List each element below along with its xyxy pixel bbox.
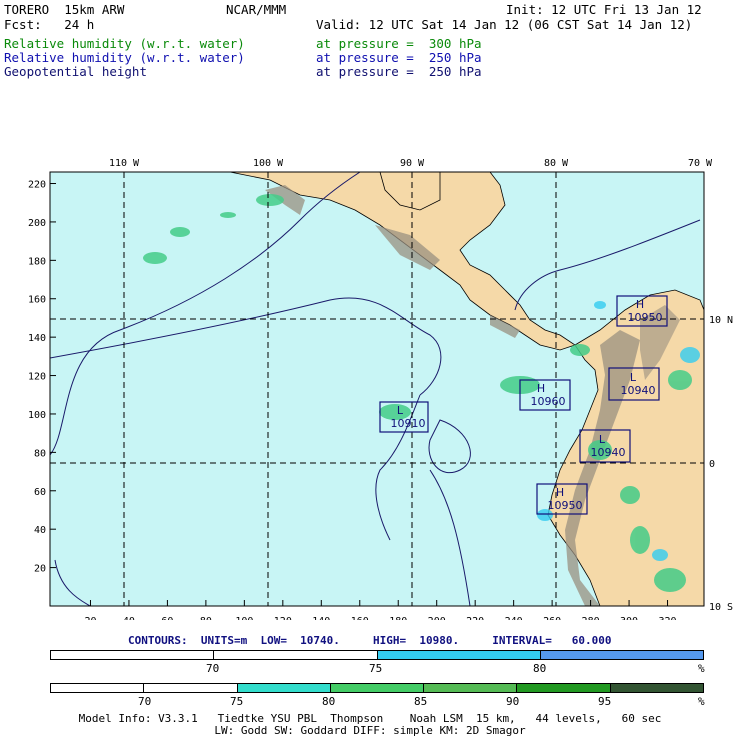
y-tick-100: 100: [28, 410, 46, 421]
legend-250-label-pct: %: [698, 662, 705, 675]
legend-300-label-75: 75: [230, 695, 244, 708]
lon-label-100w: 100 W: [253, 158, 284, 169]
center-value-5: 10940: [591, 446, 626, 459]
center-type-6: H: [556, 486, 564, 499]
legend-300-label-80: 80: [322, 695, 336, 708]
y-tick-200: 200: [28, 218, 46, 229]
x-tick-300: 300: [620, 616, 638, 620]
legend-300-segment-5: [517, 684, 611, 692]
lon-labels: 110 W 100 W 90 W 80 W 70 W: [109, 158, 713, 169]
x-tick-200: 200: [428, 616, 446, 620]
x-tick-260: 260: [543, 616, 561, 620]
legend-bar-250hpa: [50, 650, 704, 660]
center-type-2: L: [630, 371, 637, 384]
x-tick-160: 160: [351, 616, 369, 620]
field-1-name: Relative humidity (w.r.t. water): [4, 36, 245, 51]
x-tick-20: 20: [84, 616, 96, 620]
legend-300-label-pct: %: [698, 695, 705, 708]
lon-label-70w: 70 W: [688, 158, 713, 169]
legend-300-label-90: 90: [506, 695, 520, 708]
center-type-5: L: [599, 433, 606, 446]
legend-250-segment-2: [377, 651, 541, 659]
x-tick-140: 140: [312, 616, 330, 620]
legend-250-segment-3: [540, 651, 703, 659]
field-3-level: at pressure = 250 hPa: [316, 64, 482, 79]
x-tick-100: 100: [235, 616, 253, 620]
lat-label-10n: 10 N: [709, 315, 733, 326]
legend-250-label-80: 80: [533, 662, 547, 675]
center-value-1: 10950: [628, 311, 663, 324]
legend-bar-300hpa: [50, 683, 704, 693]
x-tick-220: 220: [466, 616, 484, 620]
org-label: NCAR/MMM: [226, 2, 287, 17]
y-tick-160: 160: [28, 295, 46, 306]
legend-300-label-70: 70: [138, 695, 152, 708]
lon-label-80w: 80 W: [544, 158, 569, 169]
center-value-4: 10910: [391, 417, 426, 430]
y-tick-20: 20: [34, 564, 46, 575]
x-tick-180: 180: [389, 616, 407, 620]
center-value-3: 10960: [531, 395, 566, 408]
y-tick-220: 220: [28, 180, 46, 191]
valid-time: Valid: 12 UTC Sat 14 Jan 12 (06 CST Sat …: [316, 17, 693, 32]
legend-250-label-70: 70: [206, 662, 220, 675]
forecast-hour: Fcst: 24 h: [4, 17, 95, 32]
y-tick-120: 120: [28, 372, 46, 383]
lat-label-10s: 10 S: [709, 602, 733, 613]
physics-info: LW: Godd SW: Goddard DIFF: simple KM: 2D…: [214, 724, 526, 737]
legend-250-label-75: 75: [369, 662, 383, 675]
weather-map: H 10950 L 10940 H 10960 L 10910 L 10940 …: [28, 158, 733, 620]
legend-300-segment-3: [330, 684, 425, 692]
y-tick-80: 80: [34, 448, 46, 459]
y-tick-140: 140: [28, 333, 46, 344]
legend-300-segment-4: [424, 684, 518, 692]
legend-300-segment-1: [144, 684, 238, 692]
x-tick-120: 120: [274, 616, 292, 620]
lon-label-90w: 90 W: [400, 158, 425, 169]
y-tick-40: 40: [34, 525, 46, 536]
legend-300-segment-2: [237, 684, 331, 692]
x-tick-40: 40: [123, 616, 135, 620]
field-1-level: at pressure = 300 hPa: [316, 36, 482, 51]
legend-300-label-95: 95: [598, 695, 612, 708]
y-tick-60: 60: [34, 487, 46, 498]
init-time: Init: 12 UTC Fri 13 Jan 12: [506, 2, 702, 17]
legend-250-segment-0: [51, 651, 215, 659]
contour-info: CONTOURS: UNITS=m LOW= 10740. HIGH= 1098…: [128, 634, 612, 647]
x-tick-280: 280: [582, 616, 600, 620]
x-tick-80: 80: [200, 616, 212, 620]
field-3-name: Geopotential height: [4, 64, 147, 79]
field-2-name: Relative humidity (w.r.t. water): [4, 50, 245, 65]
center-type-1: H: [636, 298, 644, 311]
model-title: TORERO 15km ARW: [4, 2, 125, 17]
x-tick-320: 320: [658, 616, 676, 620]
center-type-3: H: [537, 382, 545, 395]
lat-label-0: 0: [709, 459, 715, 470]
x-tick-240: 240: [505, 616, 523, 620]
legend-250-segment-1: [214, 651, 378, 659]
center-value-2: 10940: [621, 384, 656, 397]
lon-label-110w: 110 W: [109, 158, 140, 169]
center-value-6: 10950: [548, 499, 583, 512]
legend-300-segment-6: [610, 684, 703, 692]
field-2-level: at pressure = 250 hPa: [316, 50, 482, 65]
y-tick-180: 180: [28, 256, 46, 267]
x-tick-60: 60: [161, 616, 173, 620]
center-type-4: L: [397, 404, 404, 417]
legend-300-segment-0: [51, 684, 145, 692]
legend-300-label-85: 85: [414, 695, 428, 708]
lat-labels: 10 N 0 10 S: [709, 315, 733, 613]
